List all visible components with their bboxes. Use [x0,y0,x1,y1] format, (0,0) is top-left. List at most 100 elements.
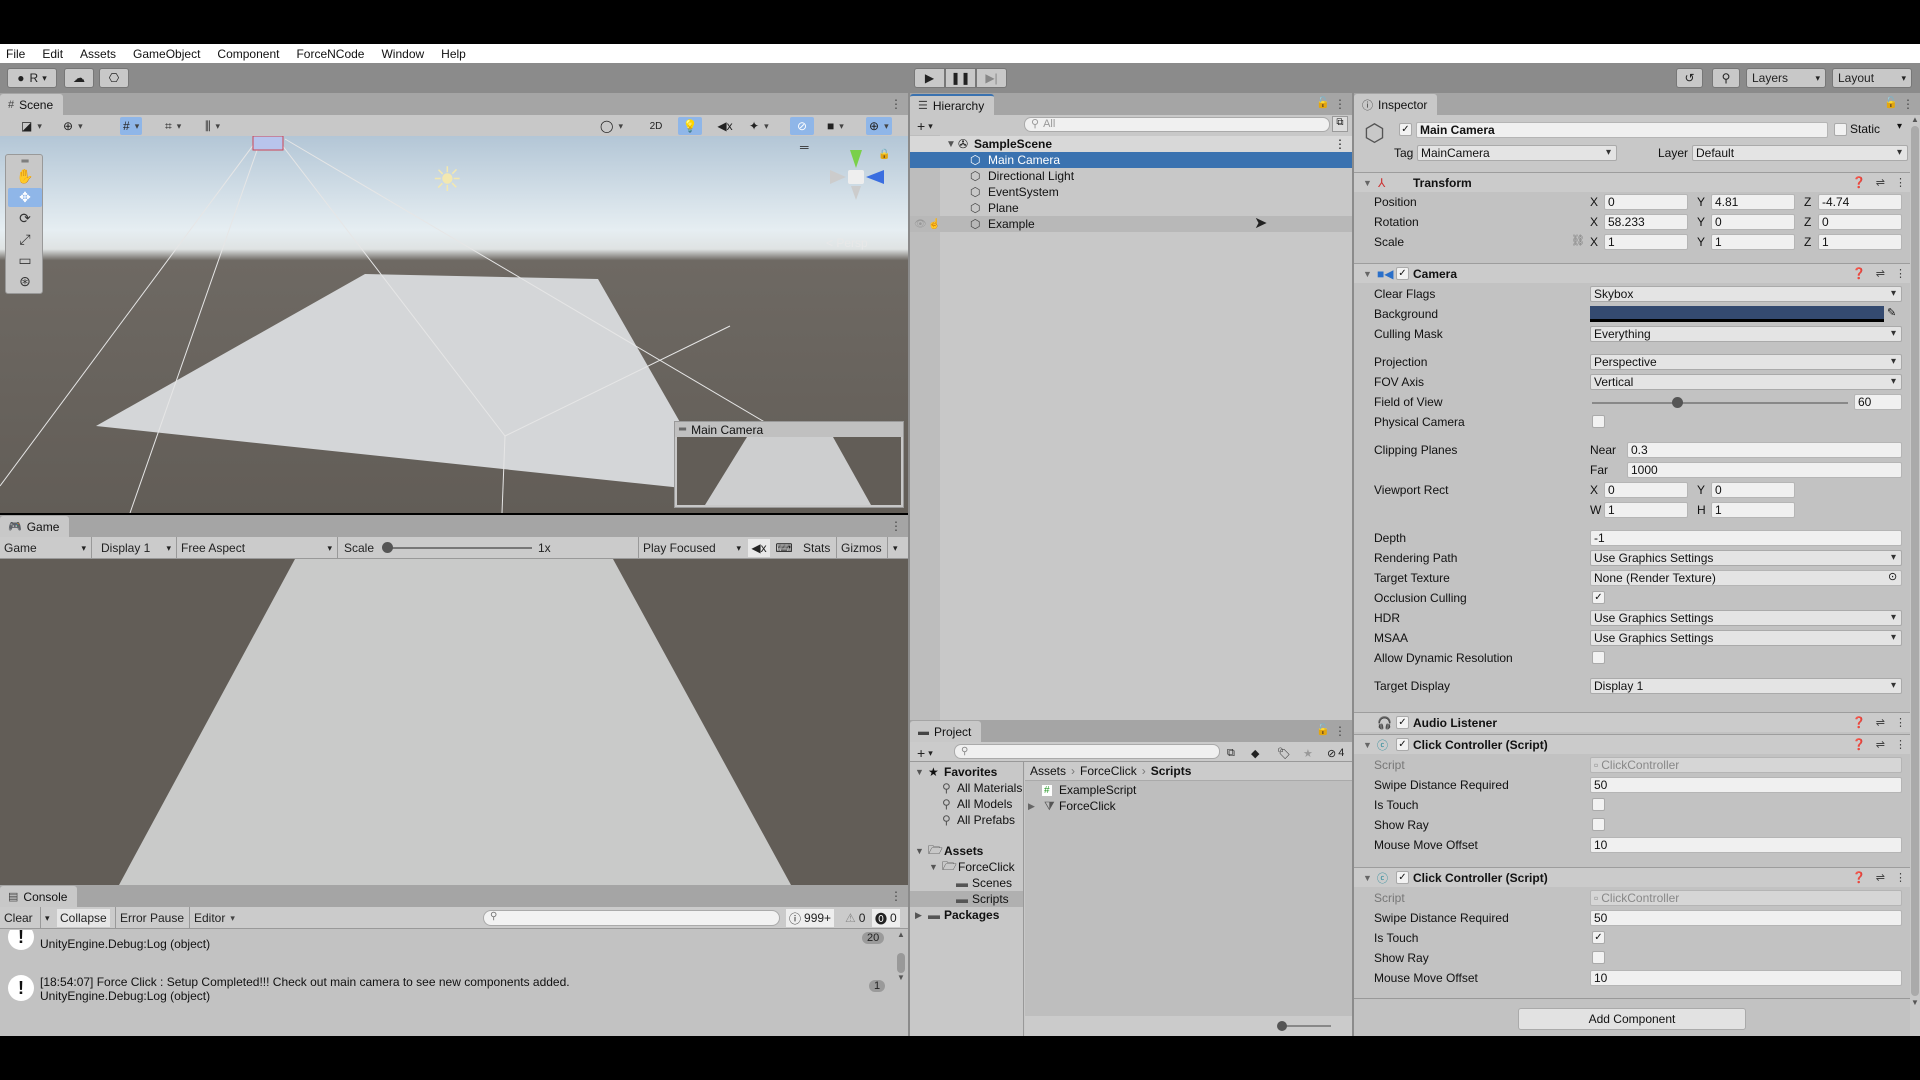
object-picker-icon[interactable]: ⊙ [1888,570,1897,583]
tree-scripts[interactable]: ▬ Scripts [910,891,1023,907]
help-icon[interactable]: ❓ [1852,176,1866,189]
more-icon[interactable]: ⋮ [1895,176,1906,189]
increment-snap-dropdown[interactable]: ⌗ [162,117,184,135]
expand-arrow-icon[interactable]: ▶ [1028,801,1035,812]
console-search-input[interactable]: ⚲ [483,910,780,926]
cloud-button[interactable]: ☁ [64,68,94,88]
help-icon[interactable]: ❓ [1852,871,1866,884]
tree-forceclick[interactable]: ▼ 🗁 ForceClick [910,859,1023,875]
hierarchy-item-plane[interactable]: ⬡ Plane [910,200,1352,216]
play-button[interactable]: ▶ [914,68,945,88]
script-enabled-checkbox[interactable]: ✓ [1396,871,1409,884]
scale-slider[interactable] [382,542,532,553]
layout-dropdown[interactable]: Layout ▾ [1832,68,1912,88]
depth-input[interactable]: -1 [1590,530,1902,546]
x-axis-label[interactable]: X [1590,483,1598,497]
expand-arrow-icon[interactable]: ▼ [946,139,956,150]
game-view-dropdown[interactable]: Game ▾ [1,539,89,557]
pickable-hand-icon[interactable]: ☝ [928,219,940,230]
scale-tool[interactable]: ⤢ [8,230,42,249]
tab-scene[interactable]: # Scene [0,94,64,115]
h-axis-label[interactable]: H [1697,503,1706,517]
position-z-input[interactable]: -4.74 [1818,194,1902,210]
presets-icon[interactable]: ⇌ [1876,716,1885,729]
msaa-dropdown[interactable]: Use Graphics Settings [1590,630,1902,646]
more-icon[interactable]: ⋮ [1334,97,1346,111]
fov-axis-dropdown[interactable]: Vertical [1590,374,1902,390]
create-dropdown[interactable]: + ▾ [914,744,936,762]
menu-gameobject[interactable]: GameObject [133,47,200,61]
static-dropdown-arrow[interactable]: ▾ [1897,121,1902,132]
persp-label[interactable]: < Persp [826,236,868,250]
transform-header[interactable]: ▼ ⅄ Transform ❓ ⇌ ⋮ [1354,172,1912,192]
expand-arrow-icon[interactable]: ▶ [915,910,922,921]
breadcrumb-item[interactable]: Assets [1030,764,1066,778]
z-axis-cone[interactable] [866,170,884,184]
z-axis-label[interactable]: Z [1804,235,1811,249]
grid-snap-dropdown[interactable]: # [120,117,143,135]
file-item[interactable]: ▶ ⧩ ForceClick [1025,798,1354,814]
scroll-down-icon[interactable]: ▼ [897,973,907,982]
gizmo-lock-icon[interactable]: 🔒 [878,149,890,160]
expand-arrow-icon[interactable]: ▼ [915,846,924,856]
more-icon[interactable]: ⋮ [1902,97,1914,111]
scrollbar-thumb[interactable] [1911,126,1919,996]
create-dropdown[interactable]: + ▾ [914,117,936,135]
scale-x-input[interactable]: 1 [1604,234,1688,250]
position-x-input[interactable]: 0 [1604,194,1688,210]
gizmos-button[interactable]: Gizmos [838,539,885,557]
history-button[interactable]: ↺ [1676,68,1703,88]
global-toggle-dropdown[interactable]: ⊕ [60,117,86,135]
lock-icon[interactable]: 🔓 [1316,723,1330,736]
lock-icon[interactable]: 🔓 [1884,96,1898,109]
lock-icon[interactable]: 🔓 [1316,96,1330,109]
collapse-arrow-icon[interactable]: ▼ [1363,873,1372,883]
collab-button[interactable]: ⎔ [99,68,129,88]
toggle-2d-button[interactable]: 2D [643,117,669,135]
click-controller-header[interactable]: ▼ ⓒ ✓ Click Controller (Script) ❓ ⇌ ⋮ [1354,867,1912,887]
expand-arrow-icon[interactable]: ▼ [929,862,938,872]
filter-label-button[interactable]: 🏷 [1274,744,1294,762]
camera-gizmo[interactable] [252,136,284,151]
hierarchy-item-main-camera[interactable]: ⬡ Main Camera [910,152,1352,168]
viewport-x-input[interactable]: 0 [1604,482,1688,498]
gizmo-menu-icon[interactable]: ═ [800,140,809,154]
audio-listener-checkbox[interactable]: ✓ [1396,716,1409,729]
active-checkbox[interactable]: ✓ [1399,123,1412,136]
project-search-input[interactable]: ⚲ [954,744,1220,759]
swipe-distance-input[interactable]: 50 [1590,777,1902,793]
expand-arrow-icon[interactable]: ▼ [915,767,924,777]
gizmos-dropdown-arrow[interactable]: ▾ [890,539,901,557]
orientation-gizmo[interactable] [826,150,886,210]
more-icon[interactable]: ⋮ [890,889,902,903]
tab-project[interactable]: ▬ Project [910,721,982,742]
icon-size-slider[interactable] [1277,1021,1331,1031]
hierarchy-item-directional-light[interactable]: ⬡ Directional Light [910,168,1352,184]
fov-slider-handle[interactable] [1672,397,1684,408]
occlusion-culling-checkbox[interactable]: ✓ [1592,591,1605,604]
transform-tool[interactable]: ⊛ [8,272,42,291]
clear-flags-dropdown[interactable]: Skybox [1590,286,1902,302]
warning-filter-toggle[interactable]: ⚠ 0 [842,909,868,927]
help-icon[interactable]: ❓ [1852,738,1866,751]
script-enabled-checkbox[interactable]: ✓ [1396,738,1409,751]
more-icon[interactable]: ⋮ [890,97,902,111]
search-button[interactable]: ⚲ [1712,68,1740,88]
mute-audio-toggle[interactable]: ◀x [748,539,770,557]
presets-icon[interactable]: ⇌ [1876,267,1885,280]
menu-help[interactable]: Help [441,47,466,61]
help-icon[interactable]: ❓ [1852,716,1866,729]
hidden-packages-toggle[interactable]: ⊘ 4 [1324,744,1347,762]
tree-favorites[interactable]: ▼ ★ Favorites [910,764,1023,780]
is-touch-checkbox[interactable]: ✓ [1592,931,1605,944]
scene-row[interactable]: ▼ ✇ SampleScene ⋮ [910,136,1352,152]
rotate-tool[interactable]: ⟳ [8,209,42,228]
scale-z-input[interactable]: 1 [1818,234,1902,250]
z-axis-label[interactable]: Z [1804,195,1811,209]
pause-button[interactable]: ❚❚ [945,68,976,88]
z-axis-label[interactable]: Z [1804,215,1811,229]
presets-icon[interactable]: ⇌ [1876,176,1885,189]
layer-dropdown[interactable]: Default [1692,145,1908,161]
error-pause-button[interactable]: Error Pause [117,909,187,927]
y-axis-label[interactable]: Y [1697,483,1705,497]
